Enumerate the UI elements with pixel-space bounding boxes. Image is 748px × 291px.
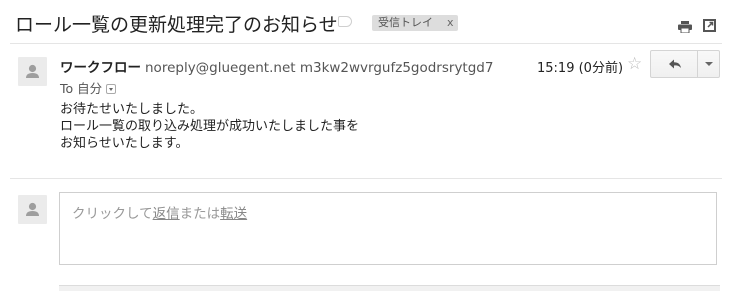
sender-name[interactable]: ワークフロー: [60, 60, 141, 76]
sender-line: ワークフロー noreply@gluegent.net m3kw2wvrgufz5…: [60, 56, 494, 76]
inbox-label-tag[interactable]: 受信トレイ x: [372, 15, 458, 31]
header-divider: [10, 43, 722, 44]
message-divider: [10, 178, 722, 179]
label-importance-marker[interactable]: [338, 16, 352, 27]
recipient-line: To 自分: [60, 78, 117, 97]
reply-prompt: クリックして返信または転送: [72, 202, 247, 222]
reply-prompt-prefix: クリックして: [72, 206, 153, 222]
remove-label-button[interactable]: x: [447, 16, 454, 29]
inbox-label-text: 受信トレイ: [378, 16, 433, 29]
body-line: ロール一覧の取り込み処理が成功いたしました事を: [60, 119, 360, 134]
user-avatar: [18, 195, 47, 224]
reply-button[interactable]: [651, 51, 697, 77]
bottom-toolbar-strip: [59, 285, 720, 291]
show-details-chevron-icon[interactable]: [106, 84, 117, 94]
reply-compose-box[interactable]: クリックして返信または転送: [59, 192, 717, 265]
to-recipient: 自分: [77, 81, 103, 96]
message-time: 15:19 (0分前): [537, 61, 624, 76]
print-icon[interactable]: [678, 18, 692, 34]
reply-button-group: [650, 50, 720, 78]
star-icon[interactable]: ☆: [627, 54, 642, 74]
sender-email: noreply@gluegent.net m3kw2wvrgufz5godrsr…: [145, 60, 494, 76]
email-subject: ロール一覧の更新処理完了のお知らせ: [15, 14, 338, 36]
reply-link[interactable]: 返信: [153, 206, 180, 222]
body-line: お待たせいたしました。: [60, 102, 204, 117]
forward-link[interactable]: 転送: [220, 206, 247, 222]
to-prefix: To: [60, 81, 74, 96]
sender-avatar: [18, 57, 47, 86]
more-actions-button[interactable]: [698, 51, 719, 77]
reply-prompt-middle: または: [179, 206, 221, 222]
open-in-new-window-icon[interactable]: [703, 17, 716, 32]
message-body: お待たせいたしました。 ロール一覧の取り込み処理が成功いたしました事を お知らせ…: [60, 101, 359, 152]
body-line: お知らせいたします。: [60, 136, 189, 151]
reply-arrow-icon: [669, 59, 681, 69]
